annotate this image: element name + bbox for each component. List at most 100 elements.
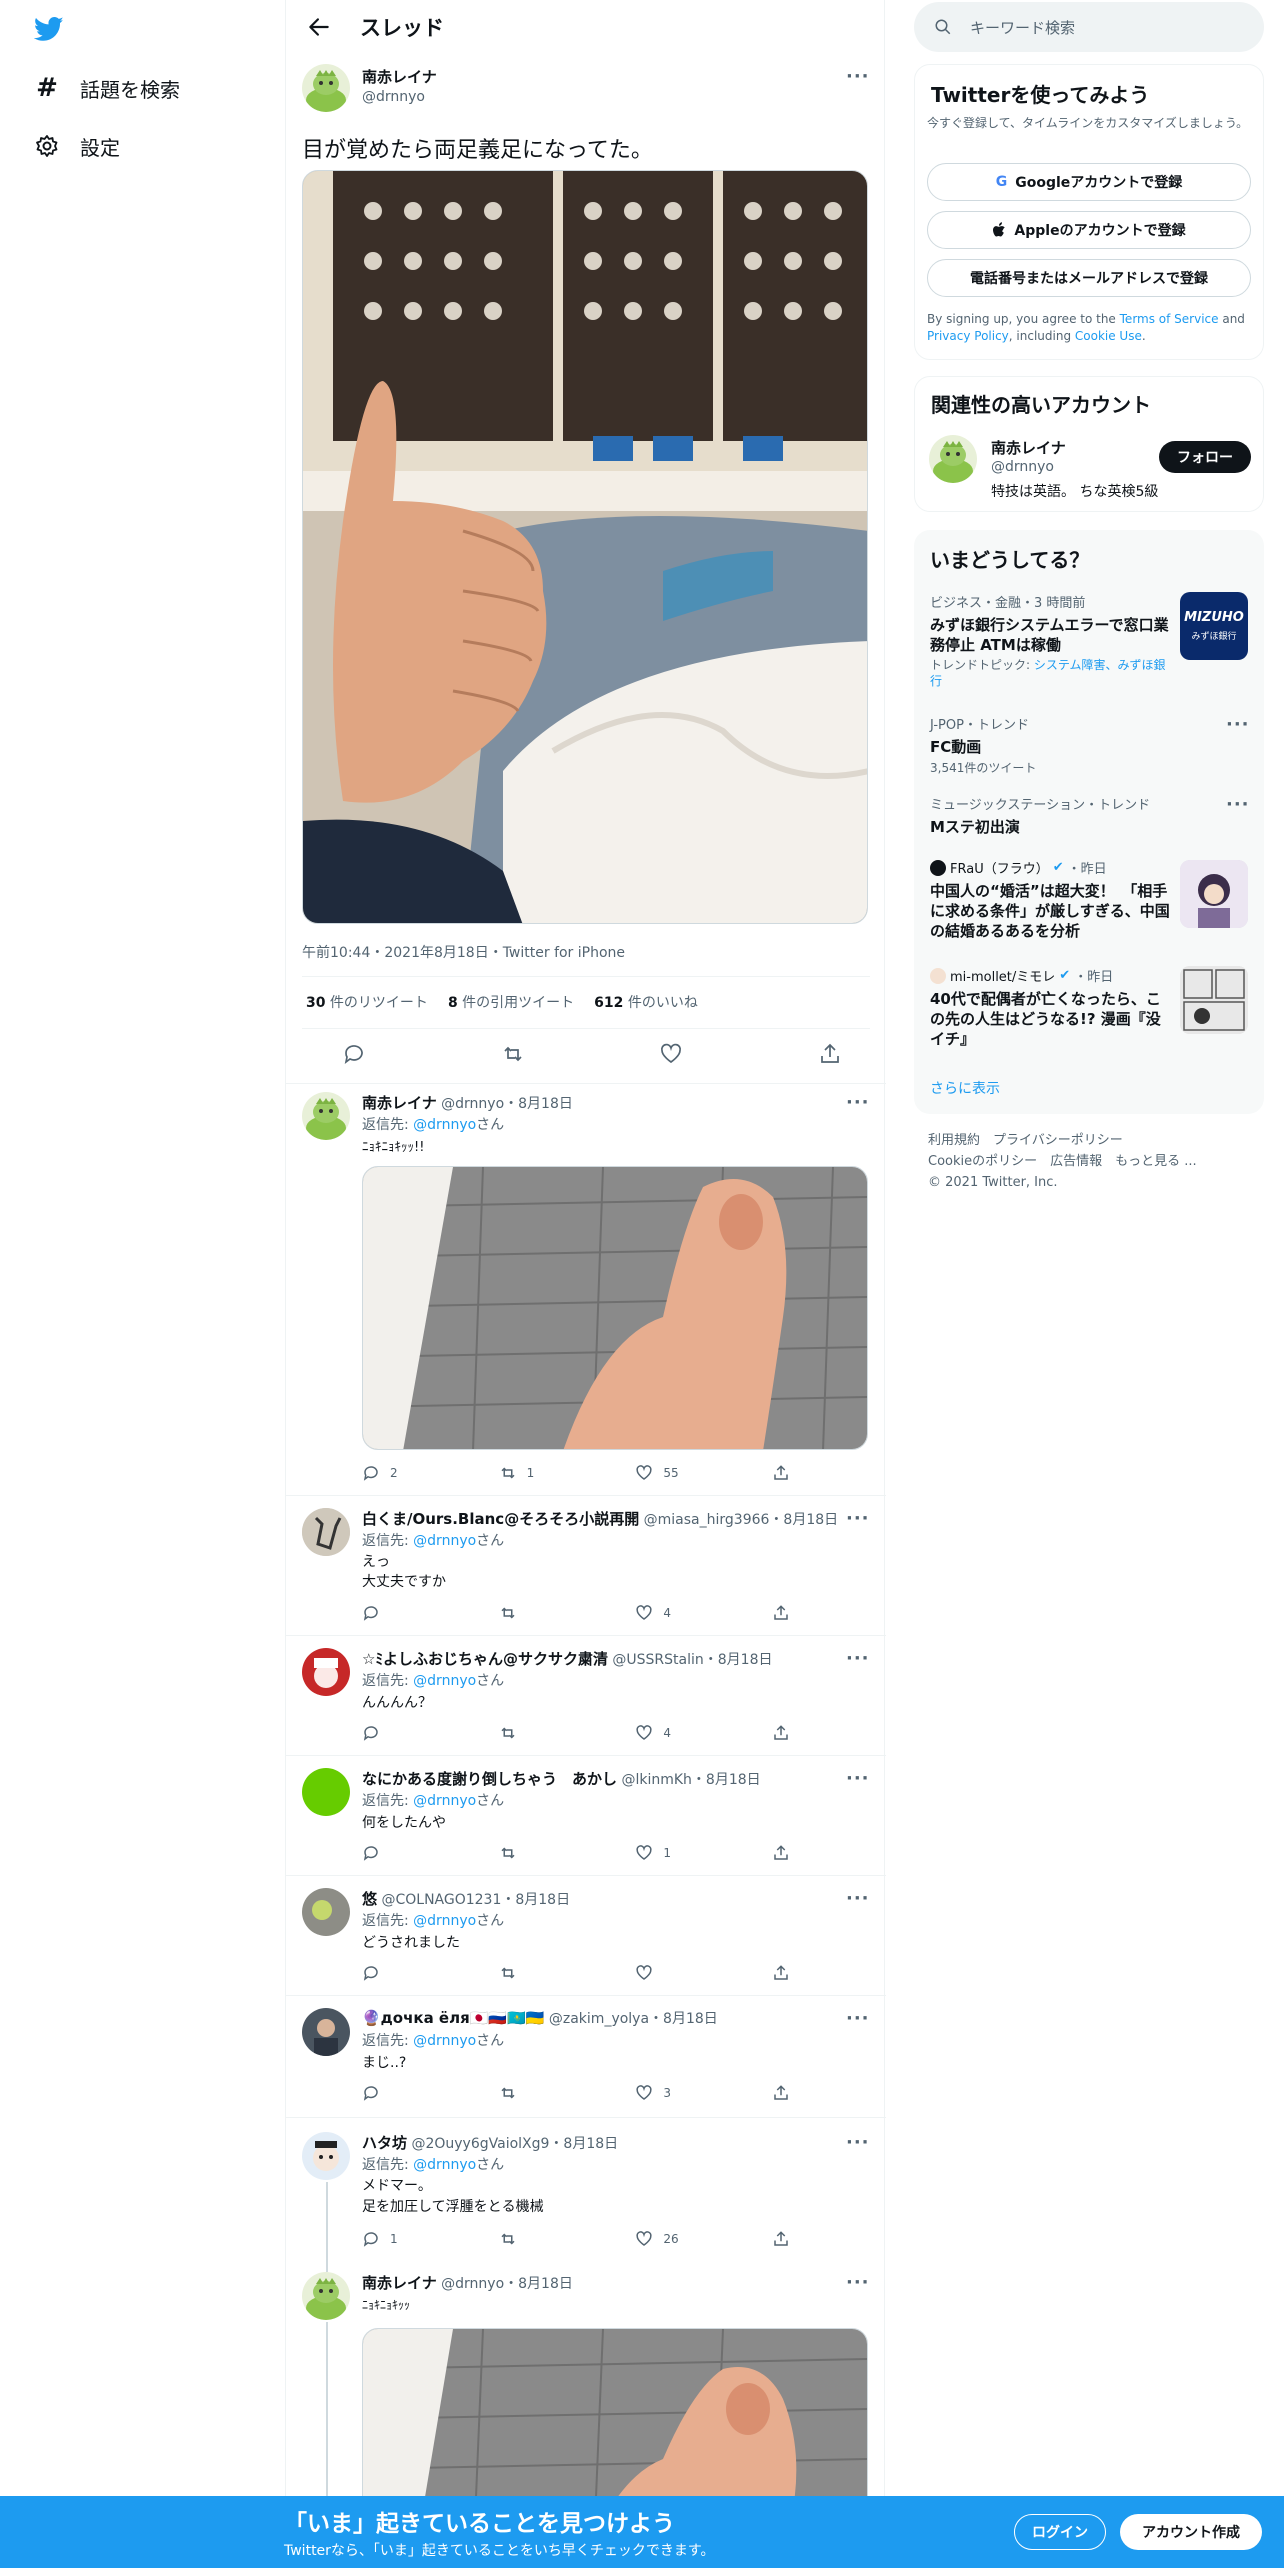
tweet-photo[interactable] xyxy=(362,2328,868,2496)
reply-to-link[interactable]: @drnnyo xyxy=(413,1533,476,1549)
login-button[interactable]: ログイン xyxy=(1014,2514,1106,2550)
more-icon[interactable]: ··· xyxy=(846,2132,870,2153)
reply-to-link[interactable]: @drnnyo xyxy=(413,2157,476,2173)
like-action[interactable]: 4 xyxy=(635,1724,695,1742)
more-icon[interactable]: ··· xyxy=(846,2008,870,2029)
user-handle[interactable]: @drnnyo xyxy=(362,89,437,105)
more-icon[interactable]: ··· xyxy=(1226,794,1250,815)
like-action[interactable]: 55 xyxy=(635,1464,695,1482)
avatar[interactable] xyxy=(929,435,977,483)
google-signup-button[interactable]: G Googleアカウントで登録 xyxy=(927,163,1251,201)
reply-tweet[interactable]: 悠 @COLNAGO1231・8月18日 ··· 返信先: @drnnyoさん … xyxy=(286,1876,886,1996)
avatar[interactable] xyxy=(302,1648,350,1696)
reply-tweet[interactable]: 白くま/Ours.Blanc@そろそろ小説再開 @miasa_hirg3966・… xyxy=(286,1496,886,1636)
avatar[interactable] xyxy=(302,1508,350,1556)
cookie-link[interactable]: Cookie Use xyxy=(1075,329,1142,343)
reply-tweet[interactable]: 南赤レイナ @drnnyo・8月18日 ··· ﾆｮｷﾆｮｷｯｯ xyxy=(286,2266,886,2496)
like-action[interactable]: 3 xyxy=(635,2084,695,2102)
retweet-action[interactable] xyxy=(499,1724,559,1742)
follow-button[interactable]: フォロー xyxy=(1159,441,1251,473)
more-icon[interactable]: ··· xyxy=(846,1508,870,1529)
avatar[interactable] xyxy=(302,1768,350,1816)
user-name[interactable]: 🔮дочка ёля🇯🇵🇷🇺🇰🇿🇺🇦 xyxy=(362,2009,544,2027)
related-handle[interactable]: @drnnyo xyxy=(991,459,1054,475)
reply-action[interactable]: 1 xyxy=(362,2230,422,2248)
nav-explore[interactable]: # 話題を検索 xyxy=(34,68,180,108)
more-icon[interactable]: ··· xyxy=(846,1768,870,1789)
share-action[interactable] xyxy=(772,1464,792,1482)
search-input[interactable]: キーワード検索 xyxy=(970,17,1075,38)
more-icon[interactable]: ··· xyxy=(846,2272,870,2293)
trend-item[interactable]: ビジネス・金融・3 時間前 みずほ銀行システムエラーで窓口業務停止 ATMは稼働… xyxy=(930,592,1248,689)
share-action[interactable] xyxy=(772,2084,792,2102)
like-action[interactable] xyxy=(635,1964,695,1982)
share-action[interactable] xyxy=(772,2230,792,2248)
tweet-photo[interactable] xyxy=(362,1166,868,1450)
privacy-link[interactable]: Privacy Policy xyxy=(927,329,1009,343)
back-arrow-icon[interactable] xyxy=(306,14,332,40)
retweet-action[interactable] xyxy=(499,1604,559,1622)
retweets-stat[interactable]: 30 件のリツイート xyxy=(306,992,428,1012)
reply-to-link[interactable]: @drnnyo xyxy=(413,2033,476,2049)
user-name[interactable]: なにかある度謝り倒しちゃう あかし xyxy=(362,1770,617,1788)
reply-action[interactable] xyxy=(362,1844,422,1862)
share-action[interactable] xyxy=(772,1964,792,1982)
reply-tweet[interactable]: 南赤レイナ @drnnyo・8月18日 返信先: @drnnyoさん ﾆｮｷﾆｮ… xyxy=(286,1084,886,1496)
related-name[interactable]: 南赤レイナ xyxy=(991,437,1066,458)
footer-line[interactable]: 利用規約 プライバシーポリシー xyxy=(928,1130,1123,1151)
footer-line[interactable]: Cookieのポリシー 広告情報 もっと見る ... xyxy=(928,1151,1197,1172)
retweet-action[interactable] xyxy=(499,1844,559,1862)
avatar[interactable] xyxy=(302,2272,350,2320)
user-name[interactable]: 南赤レイナ xyxy=(362,1094,437,1112)
user-name[interactable]: 白くま/Ours.Blanc@そろそろ小説再開 xyxy=(362,1510,639,1528)
nav-settings[interactable]: 設定 xyxy=(34,126,120,166)
show-more-link[interactable]: さらに表示 xyxy=(930,1078,1000,1098)
retweet-icon[interactable] xyxy=(501,1042,525,1066)
retweet-action[interactable] xyxy=(499,2084,559,2102)
likes-stat[interactable]: 612 件のいいね xyxy=(594,992,698,1012)
trend-item[interactable]: ミュージックステーション・トレンド Mステ初出演 ··· xyxy=(930,794,1249,837)
reply-action[interactable] xyxy=(362,1724,422,1742)
like-action[interactable]: 4 xyxy=(635,1604,695,1622)
retweet-action[interactable] xyxy=(499,1964,559,1982)
reply-action[interactable]: 2 xyxy=(362,1464,422,1482)
avatar[interactable] xyxy=(302,1888,350,1936)
like-icon[interactable] xyxy=(659,1042,683,1066)
quotes-stat[interactable]: 8 件の引用ツイート xyxy=(448,992,574,1012)
share-action[interactable] xyxy=(772,1724,792,1742)
user-name[interactable]: ハタ坊 xyxy=(362,2134,407,2152)
avatar[interactable] xyxy=(302,1092,350,1140)
user-name[interactable]: 南赤レイナ xyxy=(362,66,437,87)
twitter-logo-icon[interactable] xyxy=(34,14,64,44)
reply-tweet[interactable]: なにかある度謝り倒しちゃう あかし @lkinmKh・8月18日 ··· 返信先… xyxy=(286,1756,886,1876)
more-icon[interactable]: ··· xyxy=(846,1092,870,1113)
terms-link[interactable]: Terms of Service xyxy=(1120,312,1219,326)
like-action[interactable]: 1 xyxy=(635,1844,695,1862)
trend-item[interactable]: mi-mollet/ミモレ ✔ ・昨日 40代で配偶者が亡くなったら、この先の人… xyxy=(930,966,1248,1049)
apple-signup-button[interactable]: Appleのアカウントで登録 xyxy=(927,211,1251,249)
reply-action[interactable] xyxy=(362,1964,422,1982)
reply-to-link[interactable]: @drnnyo xyxy=(413,1793,476,1809)
share-action[interactable] xyxy=(772,1604,792,1622)
user-name[interactable]: 悠 xyxy=(362,1890,377,1908)
reply-tweet[interactable]: ☆ﾐよしふおじちゃん@サクサク粛清 @USSRStalin・8月18日 ··· … xyxy=(286,1636,886,1756)
trend-item[interactable]: FRaU（フラウ） ✔ ・昨日 中国人の“婚活”は超大変！ 「相手に求める条件」… xyxy=(930,858,1248,941)
retweet-action[interactable]: 1 xyxy=(499,1464,559,1482)
share-icon[interactable] xyxy=(818,1042,842,1066)
reply-tweet[interactable]: 🔮дочка ёля🇯🇵🇷🇺🇰🇿🇺🇦 @zakim_yolya・8月18日 ··… xyxy=(286,1996,886,2118)
share-action[interactable] xyxy=(772,1844,792,1862)
user-name[interactable]: ☆ﾐよしふおじちゃん@サクサク粛清 xyxy=(362,1650,608,1668)
avatar[interactable] xyxy=(302,64,350,112)
tweet-photo[interactable] xyxy=(302,170,868,924)
reply-to-link[interactable]: @drnnyo xyxy=(413,1117,476,1133)
phone-signup-button[interactable]: 電話番号またはメールアドレスで登録 xyxy=(927,259,1251,297)
more-icon[interactable]: ··· xyxy=(846,66,870,87)
more-icon[interactable]: ··· xyxy=(846,1888,870,1909)
reply-tweet[interactable]: ハタ坊 @2Ouyy6gVaiolXg9・8月18日 ··· 返信先: @drn… xyxy=(286,2118,886,2266)
avatar[interactable] xyxy=(302,2132,350,2180)
more-icon[interactable]: ··· xyxy=(1226,714,1250,735)
search-box[interactable]: キーワード検索 xyxy=(914,2,1264,52)
more-icon[interactable]: ··· xyxy=(846,1648,870,1669)
signup-button[interactable]: アカウント作成 xyxy=(1120,2514,1262,2550)
reply-to-link[interactable]: @drnnyo xyxy=(413,1673,476,1689)
